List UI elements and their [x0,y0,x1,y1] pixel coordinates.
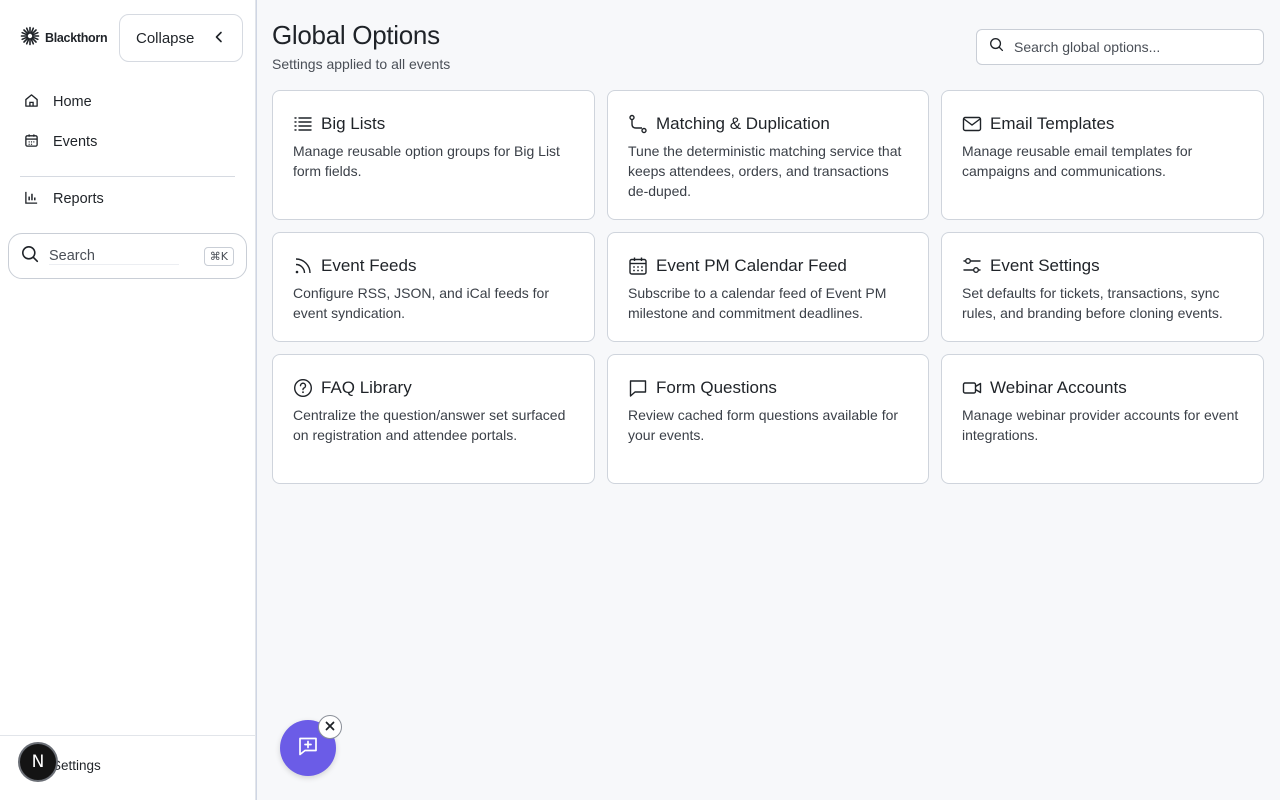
card-big-lists[interactable]: Big Lists Manage reusable option groups … [272,90,595,220]
brand-logo[interactable]: Blackthorn [20,26,108,51]
card-title: Event PM Calendar Feed [656,256,847,275]
card-description: Configure RSS, JSON, and iCal feeds for … [293,285,550,321]
nav-item-events[interactable]: Events [24,132,97,152]
card-title: Email Templates [990,114,1115,133]
sidebar: Blackthorn Collapse Home Events Reports … [0,0,257,800]
global-options-search-input[interactable] [1014,39,1251,55]
card-title: Webinar Accounts [990,378,1127,397]
sidebar-search: ⌘K [8,233,247,279]
nav-item-label: Reports [53,191,104,207]
nav-item-label: Home [53,94,92,110]
avatar[interactable]: N [18,742,58,782]
bar-chart-icon [24,190,39,209]
card-description: Subscribe to a calendar feed of Event PM… [628,285,887,321]
route-icon [628,114,648,134]
chevron-left-icon [214,30,224,47]
card-faq-library[interactable]: FAQ Library Centralize the question/answ… [272,354,595,484]
card-description: Tune the deterministic matching service … [628,143,902,199]
page-title: Global Options [272,20,440,50]
card-description: Review cached form questions available f… [628,407,899,443]
card-title: Matching & Duplication [656,114,830,133]
search-icon [989,37,1004,57]
close-icon [325,718,335,736]
sidebar-search-input[interactable] [49,247,179,265]
nav-item-reports[interactable]: Reports [24,189,104,209]
sidebar-bottom-divider [0,735,256,736]
search-icon [21,245,39,268]
brand-name: Blackthorn [45,31,108,45]
card-title: Event Feeds [321,256,417,275]
video-icon [962,378,982,398]
card-matching-duplication[interactable]: Matching & Duplication Tune the determin… [607,90,929,220]
card-description: Centralize the question/answer set surfa… [293,407,566,443]
list-icon [293,114,313,134]
card-description: Set defaults for tickets, transactions, … [962,285,1223,321]
card-form-questions[interactable]: Form Questions Review cached form questi… [607,354,929,484]
card-webinar-accounts[interactable]: Webinar Accounts Manage webinar provider… [941,354,1264,484]
nav-item-home[interactable]: Home [24,92,92,112]
feedback-close-button[interactable] [318,715,342,739]
card-title: Form Questions [656,378,777,397]
blackthorn-logo-icon [20,26,40,51]
card-event-settings[interactable]: Event Settings Set defaults for tickets,… [941,232,1264,342]
collapse-label: Collapse [136,29,195,47]
settings-link[interactable]: Settings [52,758,101,773]
help-circle-icon [293,378,313,398]
rss-icon [293,256,313,276]
collapse-button[interactable]: Collapse [119,14,243,62]
mail-icon [962,114,982,134]
message-square-icon [628,378,648,398]
card-title: Event Settings [990,256,1100,275]
card-title: Big Lists [321,114,386,133]
card-event-feeds[interactable]: Event Feeds Configure RSS, JSON, and iCa… [272,232,595,342]
card-description: Manage webinar provider accounts for eve… [962,407,1239,443]
card-email-templates[interactable]: Email Templates Manage reusable email te… [941,90,1264,220]
nav-divider [20,176,235,177]
nav-item-label: Events [53,134,98,150]
calendar-icon [24,133,39,152]
global-options-search [976,29,1264,65]
card-title: FAQ Library [321,378,412,397]
message-plus-icon [297,735,319,762]
page-subtitle: Settings applied to all events [272,56,451,72]
sliders-icon [962,256,982,276]
home-icon [24,93,39,112]
card-description: Manage reusable option groups for Big Li… [293,143,560,179]
search-shortcut-badge: ⌘K [203,246,234,266]
calendar-grid-icon [628,256,648,276]
card-description: Manage reusable email templates for camp… [962,143,1193,179]
card-event-pm-calendar-feed[interactable]: Event PM Calendar Feed Subscribe to a ca… [607,232,929,342]
